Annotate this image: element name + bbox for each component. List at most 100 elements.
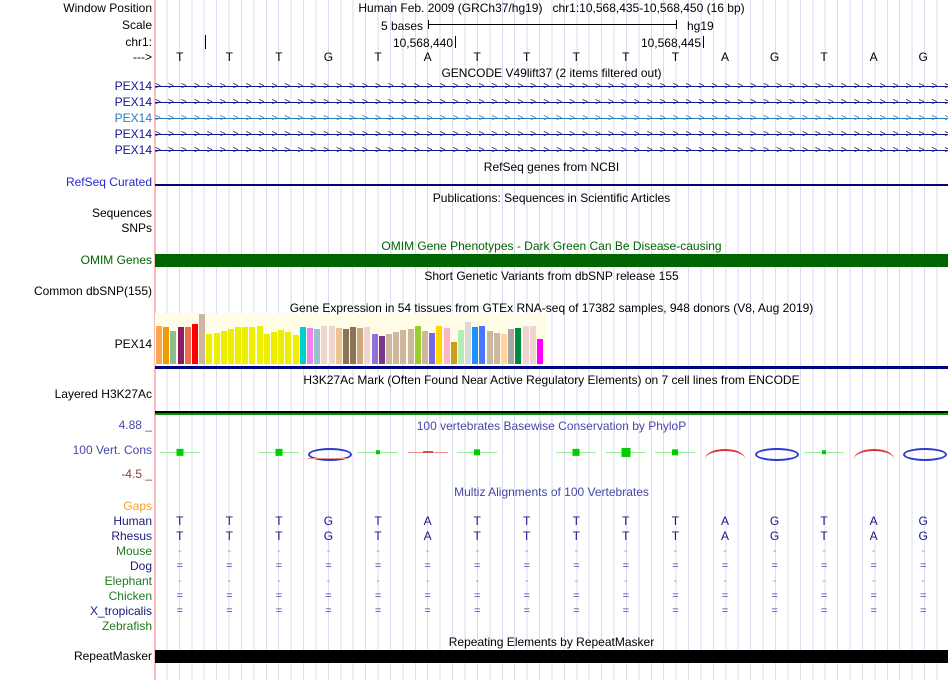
refseq-curated-label[interactable]: RefSeq Curated: [66, 176, 152, 189]
repeatmasker-bar[interactable]: [155, 650, 948, 663]
h3k27ac-signal-baseline[interactable]: [155, 411, 948, 415]
gtex-tissue-bar[interactable]: [378, 336, 385, 364]
phylop-mark[interactable]: [358, 445, 399, 461]
gtex-tissue-bar[interactable]: [242, 327, 249, 364]
gtex-tissue-bar[interactable]: [493, 333, 500, 364]
multiz-species-label[interactable]: Mouse: [116, 545, 152, 558]
phylop-score-marks[interactable]: [155, 445, 948, 469]
conservation-label[interactable]: 100 Vert. Cons: [73, 444, 152, 457]
gtex-tissue-bar[interactable]: [465, 322, 472, 364]
gtex-tissue-bar[interactable]: [156, 326, 162, 364]
gtex-tissue-bar[interactable]: [278, 330, 285, 364]
gtex-tissue-bar[interactable]: [199, 314, 206, 364]
layered-h3k27ac-label[interactable]: Layered H3K27Ac: [55, 388, 152, 401]
gencode-transcript-label[interactable]: PEX14: [115, 96, 152, 109]
multiz-alignment-row[interactable]: TTTGTATTTTTAGTAG: [155, 515, 948, 528]
omim-gene-bar[interactable]: [155, 254, 948, 267]
phylop-mark[interactable]: [258, 445, 299, 461]
gtex-tissue-bar[interactable]: [235, 327, 242, 364]
gtex-tissue-bar[interactable]: [508, 329, 515, 364]
gtex-tissue-bar[interactable]: [271, 332, 277, 364]
gtex-tissue-bar[interactable]: [371, 334, 378, 364]
gtex-tissue-bar[interactable]: [393, 332, 400, 364]
phylop-mark[interactable]: [655, 445, 696, 461]
refseq-gene-line[interactable]: [155, 184, 948, 186]
multiz-alignment-row[interactable]: = = = = = = = = = = = = = = = =: [155, 590, 948, 603]
omim-genes-label[interactable]: OMIM Genes: [81, 254, 152, 267]
gtex-tissue-bar[interactable]: [486, 331, 493, 364]
gtex-tissue-bar[interactable]: [529, 326, 536, 364]
gtex-tissue-bar[interactable]: [443, 328, 450, 364]
multiz-species-label[interactable]: Gaps: [123, 500, 152, 513]
phylop-mark[interactable]: [605, 445, 646, 461]
gtex-tissue-bar[interactable]: [536, 339, 543, 364]
gtex-tissue-bar[interactable]: [457, 330, 464, 364]
gtex-tissue-bar[interactable]: [206, 334, 213, 364]
gencode-transcript-row[interactable]: >>>>>>>>>>>>>>>>>>>>>>>>>>>>>>>>>>>>>>>>…: [155, 144, 948, 157]
gtex-tissue-bar[interactable]: [364, 327, 371, 364]
gtex-tissue-bar[interactable]: [249, 327, 256, 364]
base-sequence-row[interactable]: TTTGTATTTTTAGTAG: [155, 51, 948, 64]
gtex-tissue-bar[interactable]: [191, 324, 198, 364]
gtex-tissue-bar[interactable]: [314, 329, 321, 364]
multiz-alignment-row[interactable]: ----------------: [155, 575, 948, 588]
gencode-transcript-row[interactable]: >>>>>>>>>>>>>>>>>>>>>>>>>>>>>>>>>>>>>>>>…: [155, 80, 948, 93]
gtex-tissue-bar[interactable]: [220, 331, 227, 364]
gtex-tissue-bar[interactable]: [256, 326, 263, 364]
gtex-tissue-bar[interactable]: [263, 334, 270, 364]
gtex-tissue-bar[interactable]: [163, 327, 170, 364]
multiz-alignment-row[interactable]: ----------------: [155, 545, 948, 558]
gtex-tissue-bar[interactable]: [407, 329, 414, 364]
gtex-tissue-bar[interactable]: [436, 326, 443, 364]
gtex-expression-bars[interactable]: [156, 314, 548, 364]
multiz-alignment-row[interactable]: TTTGTATTTTTAGTAG: [155, 530, 948, 543]
gtex-tissue-bar[interactable]: [386, 334, 392, 364]
gencode-transcript-row[interactable]: >>>>>>>>>>>>>>>>>>>>>>>>>>>>>>>>>>>>>>>>…: [155, 96, 948, 109]
gtex-tissue-bar[interactable]: [321, 326, 328, 364]
gtex-tissue-bar[interactable]: [421, 331, 428, 364]
phylop-mark[interactable]: [804, 445, 845, 461]
gtex-tissue-bar[interactable]: [450, 342, 457, 364]
gtex-tissue-bar[interactable]: [184, 327, 191, 364]
gtex-tissue-bar[interactable]: [227, 329, 234, 364]
phylop-mark[interactable]: [556, 445, 597, 461]
phylop-mark[interactable]: [407, 445, 448, 461]
gtex-tissue-bar[interactable]: [400, 330, 407, 364]
gencode-transcript-label[interactable]: PEX14: [115, 112, 152, 125]
multiz-alignment-row[interactable]: = = = = = = = = = = = = = = = =: [155, 605, 948, 618]
phylop-mark[interactable]: [903, 445, 948, 461]
gencode-transcript-label[interactable]: PEX14: [115, 80, 152, 93]
gtex-tissue-bar[interactable]: [335, 328, 342, 364]
gtex-tissue-bar[interactable]: [306, 328, 313, 364]
multiz-species-label[interactable]: X_tropicalis: [90, 605, 152, 618]
gtex-tissue-bar[interactable]: [328, 326, 335, 364]
gtex-tissue-bar[interactable]: [515, 328, 522, 364]
gtex-tissue-bar[interactable]: [479, 326, 486, 364]
gtex-tissue-bar[interactable]: [299, 327, 306, 364]
phylop-mark[interactable]: [853, 445, 894, 461]
multiz-species-label[interactable]: Human: [113, 515, 152, 528]
phylop-mark[interactable]: [308, 445, 353, 461]
gtex-tissue-bar[interactable]: [213, 333, 220, 364]
gtex-tissue-bar[interactable]: [292, 335, 299, 364]
gencode-transcript-row[interactable]: >>>>>>>>>>>>>>>>>>>>>>>>>>>>>>>>>>>>>>>>…: [155, 128, 948, 141]
gtex-tissue-bar[interactable]: [350, 327, 357, 364]
phylop-mark[interactable]: [457, 445, 498, 461]
gencode-transcript-label[interactable]: PEX14: [115, 128, 152, 141]
gtex-gene-label[interactable]: PEX14: [115, 338, 152, 351]
gencode-transcript-label[interactable]: PEX14: [115, 144, 152, 157]
gtex-tissue-bar[interactable]: [357, 328, 364, 364]
gtex-tissue-bar[interactable]: [472, 327, 479, 364]
multiz-species-label[interactable]: Dog: [130, 560, 152, 573]
multiz-species-label[interactable]: Chicken: [109, 590, 152, 603]
common-dbsnp-label[interactable]: Common dbSNP(155): [34, 285, 152, 298]
gencode-transcript-row[interactable]: >>>>>>>>>>>>>>>>>>>>>>>>>>>>>>>>>>>>>>>>…: [155, 112, 948, 125]
gtex-tissue-bar[interactable]: [429, 333, 436, 364]
gtex-tissue-bar[interactable]: [285, 332, 292, 364]
multiz-alignment-row[interactable]: = = = = = = = = = = = = = = = =: [155, 560, 948, 573]
phylop-mark[interactable]: [704, 445, 745, 461]
phylop-mark[interactable]: [754, 445, 799, 461]
multiz-species-label[interactable]: Zebrafish: [102, 620, 152, 633]
gtex-tissue-bar[interactable]: [414, 326, 421, 364]
multiz-species-label[interactable]: Rhesus: [111, 530, 152, 543]
